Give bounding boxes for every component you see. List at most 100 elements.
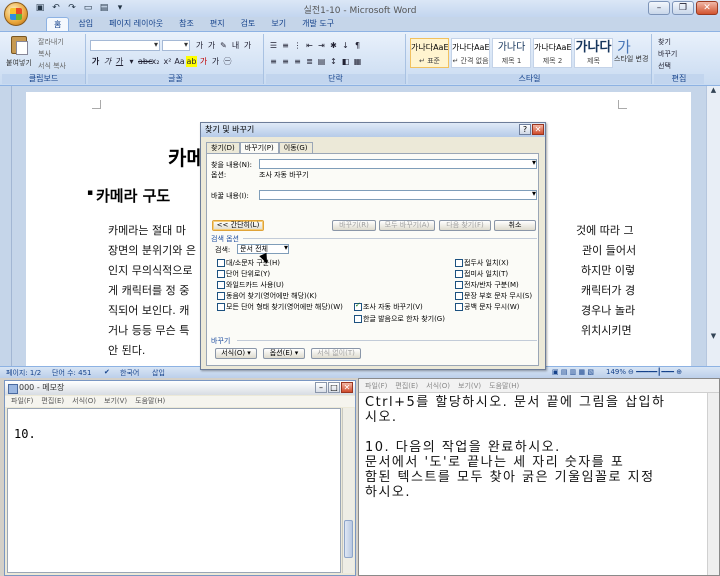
find-button[interactable]: 찾기	[658, 37, 671, 47]
less-button[interactable]: << 간단히(L)	[212, 220, 264, 231]
change-case-icon[interactable]: Aa	[174, 56, 185, 67]
no-formatting-button[interactable]: 서식 없이(T)	[311, 348, 361, 359]
task-scrollbar[interactable]	[707, 393, 719, 575]
notepad-text-area[interactable]: 10.	[7, 408, 341, 573]
style-title[interactable]: 가나다 제목	[574, 38, 613, 68]
scroll-up-icon[interactable]: ▲	[708, 86, 719, 98]
auto-josa-checkbox[interactable]: 조사 자동 바꾸기(V)	[354, 301, 423, 312]
grow-font-icon[interactable]: 가	[194, 40, 205, 51]
shading-icon[interactable]: ◧	[340, 56, 351, 67]
menu-edit[interactable]: 편집(E)	[395, 379, 418, 392]
tab-developer[interactable]: 개발 도구	[295, 17, 341, 31]
menu-file[interactable]: 파일(F)	[11, 396, 33, 407]
format-painter-button[interactable]: 서식 복사	[38, 61, 66, 71]
menu-file[interactable]: 파일(F)	[365, 379, 387, 392]
status-mode[interactable]: 삽입	[152, 368, 165, 378]
dialog-close-icon[interactable]: ✕	[532, 124, 544, 135]
sounds-like-checkbox[interactable]: 동음어 찾기(영어에만 해당)(K)	[217, 291, 317, 301]
subscript-icon[interactable]: x₂	[150, 56, 161, 67]
menu-format[interactable]: 서식(O)	[72, 396, 96, 407]
shrink-font-icon[interactable]: 가	[206, 40, 217, 51]
minimize-button[interactable]: –	[648, 1, 670, 15]
cut-button[interactable]: 잘라내기	[38, 37, 64, 47]
cancel-button[interactable]: 취소	[494, 220, 536, 231]
bold-icon[interactable]: 가	[90, 56, 101, 67]
hanja-checkbox[interactable]: 한글 발음으로 한자 찾기(G)	[354, 314, 445, 324]
italic-icon[interactable]: 가	[102, 56, 113, 67]
menu-help[interactable]: 도움말(H)	[135, 396, 165, 407]
tab-goto[interactable]: 이동(G)	[278, 142, 313, 153]
tab-page-layout[interactable]: 페이지 레이아웃	[102, 17, 170, 31]
line-spacing-icon[interactable]: ↕	[328, 56, 339, 67]
notepad-minimize-button[interactable]: –	[315, 382, 327, 393]
align-center-icon[interactable]: ≡	[280, 56, 291, 67]
replace-all-button[interactable]: 모두 바꾸기(A)	[379, 220, 435, 231]
notepad-scrollbar[interactable]	[342, 408, 354, 573]
tab-references[interactable]: 참조	[172, 17, 201, 31]
document-scrollbar[interactable]: ▲ ▼	[706, 86, 720, 366]
superscript-icon[interactable]: x²	[162, 56, 173, 67]
decrease-indent-icon[interactable]: ⇤	[304, 40, 315, 51]
proofing-icon[interactable]: ✔	[104, 368, 110, 376]
find-what-input[interactable]	[259, 158, 537, 169]
notepad-scroll-thumb[interactable]	[344, 520, 353, 558]
tab-home[interactable]: 홈	[46, 17, 70, 31]
office-button[interactable]	[4, 2, 28, 26]
menu-view[interactable]: 보기(V)	[104, 396, 127, 407]
highlight-icon[interactable]: ab	[186, 56, 197, 67]
enclose-char-icon[interactable]: ㊀	[222, 56, 233, 67]
distributed-icon[interactable]: ▤	[316, 56, 327, 67]
asian-layout-icon[interactable]: ✱	[328, 40, 339, 51]
clear-format-icon[interactable]: ✎	[218, 40, 229, 51]
phonetic-icon[interactable]: 내	[230, 40, 241, 51]
justify-icon[interactable]: ≣	[304, 56, 315, 67]
tab-find[interactable]: 찾기(D)	[206, 142, 240, 153]
find-next-button[interactable]: 다음 찾기(F)	[439, 220, 491, 231]
search-direction-select[interactable]: 문서 전체	[237, 244, 289, 254]
change-styles-button[interactable]: 스타일 변경	[614, 54, 648, 64]
view-buttons-icon[interactable]: ▣ ▤ ▥ ▦ ▧	[552, 368, 594, 376]
increase-indent-icon[interactable]: ⇥	[316, 40, 327, 51]
font-color-icon[interactable]: 가	[198, 56, 209, 67]
word-forms-checkbox[interactable]: 모든 단어 형태 찾기(영어에만 해당)(W)	[217, 302, 343, 312]
char-border-icon[interactable]: 가	[242, 40, 253, 51]
align-left-icon[interactable]: ≡	[268, 56, 279, 67]
underline-icon[interactable]: 가	[114, 56, 125, 67]
replace-button[interactable]: 바꾸기	[658, 49, 677, 59]
style-heading-1[interactable]: 가나다 제목 1	[492, 38, 531, 68]
style-heading-2[interactable]: 가나다AaE 제목 2	[533, 38, 572, 68]
wildcards-checkbox[interactable]: 와일드카드 사용(U)	[217, 280, 284, 290]
scroll-down-icon[interactable]: ▼	[708, 332, 719, 344]
zoom-slider[interactable]: ⊖ ━━━━━┃━━━ ⊕	[628, 368, 682, 376]
width-checkbox[interactable]: 전자/반자 구분(M)	[455, 280, 519, 290]
match-case-checkbox[interactable]: 대/소문자 구분(H)	[217, 258, 280, 268]
style-normal[interactable]: 가나다AaE ↵ 표준	[410, 38, 449, 68]
special-button[interactable]: 옵션(E) ▾	[263, 348, 305, 359]
tab-mailings[interactable]: 편지	[203, 17, 232, 31]
menu-edit[interactable]: 편집(E)	[41, 396, 64, 407]
borders-icon[interactable]: ▦	[352, 56, 363, 67]
status-words[interactable]: 단어 수: 451	[52, 368, 92, 378]
notepad-maximize-button[interactable]: □	[328, 382, 340, 393]
select-button[interactable]: 선택	[658, 61, 671, 71]
notepad-close-button[interactable]: ✕	[341, 382, 353, 393]
style-no-spacing[interactable]: 가나다AaE ↵ 간격 없음	[451, 38, 490, 68]
match-suffix-checkbox[interactable]: 접미사 일치(T)	[455, 269, 508, 279]
replace-button[interactable]: 바꾸기(R)	[332, 220, 376, 231]
status-zoom[interactable]: 149%	[606, 368, 626, 376]
dropdown-icon[interactable]: ▾	[126, 56, 137, 67]
match-prefix-checkbox[interactable]: 접두사 일치(X)	[455, 258, 509, 268]
whole-words-checkbox[interactable]: 단어 단위로(Y)	[217, 269, 270, 279]
format-button[interactable]: 서식(O) ▾	[215, 348, 257, 359]
menu-view[interactable]: 보기(V)	[458, 379, 481, 392]
strikethrough-icon[interactable]: abc	[138, 56, 152, 67]
help-button[interactable]: ?	[519, 124, 531, 135]
replace-with-input[interactable]	[259, 189, 537, 200]
status-language[interactable]: 한국어	[120, 368, 139, 378]
char-shading-icon[interactable]: 가	[210, 56, 221, 67]
tab-view[interactable]: 보기	[264, 17, 293, 31]
copy-button[interactable]: 복사	[38, 49, 51, 59]
ignore-punct-checkbox[interactable]: 문장 부호 문자 무시(S)	[455, 291, 532, 301]
tab-insert[interactable]: 삽입	[71, 17, 100, 31]
font-size-combo[interactable]	[162, 40, 190, 51]
